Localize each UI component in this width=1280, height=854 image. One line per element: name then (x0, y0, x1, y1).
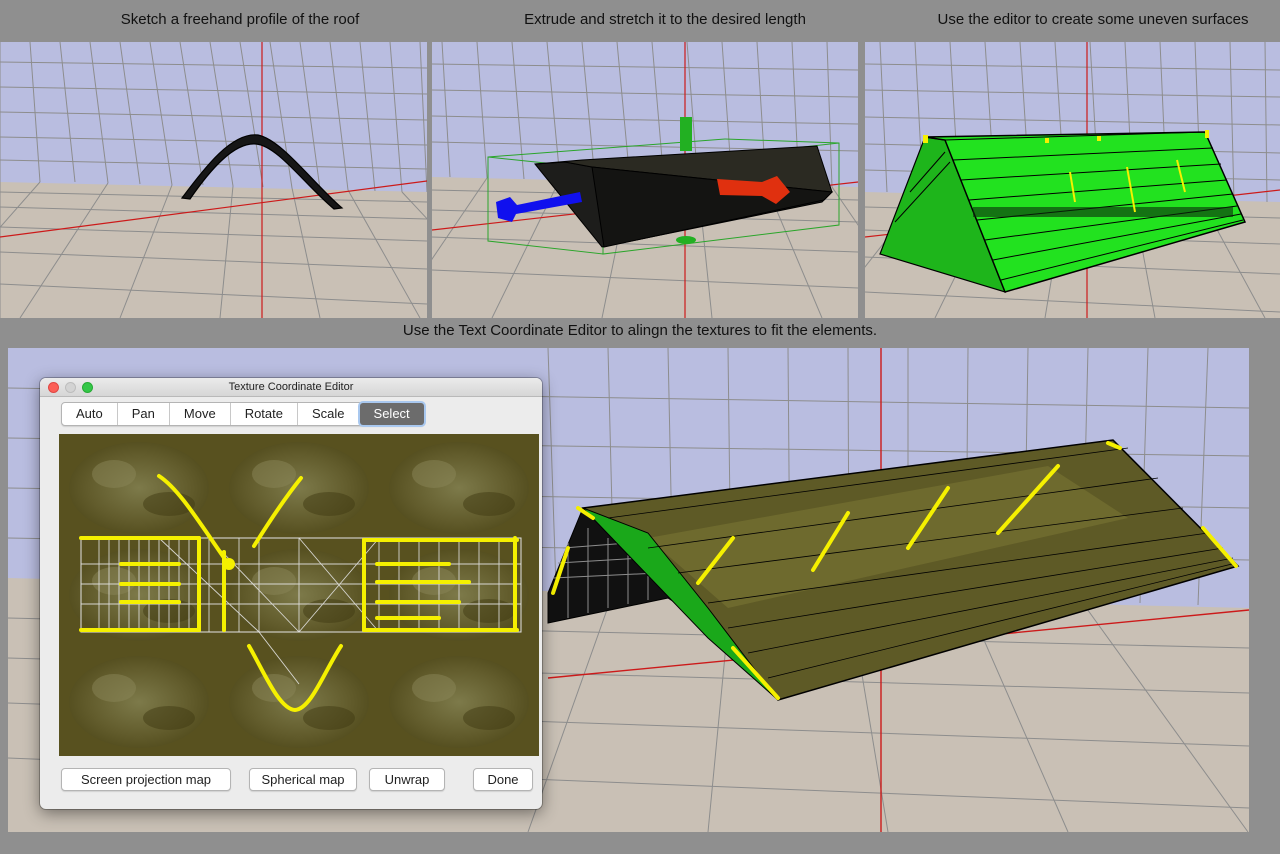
scene-sketch (0, 42, 427, 318)
window-title: Texture Coordinate Editor (228, 381, 354, 393)
uv-map (59, 434, 539, 756)
caption-step-4: Use the Text Coordinate Editor to alingn… (402, 322, 878, 339)
viewport-extrude[interactable] (432, 42, 858, 318)
tool-segmented-control: Auto Pan Move Rotate Scale Select (61, 402, 425, 426)
uv-map-canvas[interactable] (59, 434, 539, 756)
texture-coordinate-editor-window: Texture Coordinate Editor Auto Pan Move … (40, 378, 542, 809)
caption-step-2: Extrude and stretch it to the desired le… (524, 11, 806, 28)
tool-move[interactable]: Move (170, 403, 231, 425)
tool-auto[interactable]: Auto (62, 403, 118, 425)
tool-pan[interactable]: Pan (118, 403, 170, 425)
caption-step-1: Sketch a freehand profile of the roof (120, 11, 360, 28)
window-titlebar[interactable]: Texture Coordinate Editor (40, 378, 542, 397)
close-window-button[interactable] (48, 382, 59, 393)
zoom-window-button[interactable] (82, 382, 93, 393)
scene-uneven (865, 42, 1280, 318)
unwrap-button[interactable]: Unwrap (369, 768, 445, 791)
done-button[interactable]: Done (473, 768, 533, 791)
screen-projection-map-button[interactable]: Screen projection map (61, 768, 231, 791)
minimize-window-button[interactable] (65, 382, 76, 393)
viewport-uneven-surfaces[interactable] (865, 42, 1280, 318)
tool-rotate[interactable]: Rotate (231, 403, 298, 425)
tool-select[interactable]: Select (359, 403, 424, 425)
caption-step-3: Use the editor to create some uneven sur… (937, 11, 1249, 28)
spherical-map-button[interactable]: Spherical map (249, 768, 357, 791)
tool-scale[interactable]: Scale (298, 403, 360, 425)
viewport-sketch-profile[interactable] (0, 42, 427, 318)
scene-extrude (432, 42, 858, 318)
